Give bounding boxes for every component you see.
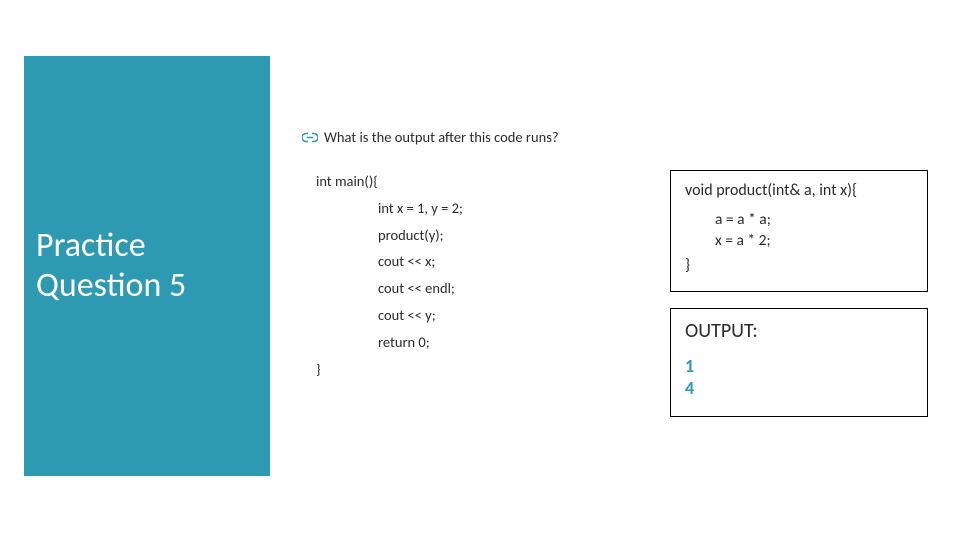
slide-title: Practice Question 5 [36, 226, 258, 306]
output-box: OUTPUT: 1 4 [670, 308, 928, 417]
right-pane: void product(int& a, int x){ a = a * a; … [670, 170, 928, 433]
code-line: } [316, 356, 642, 383]
code-line: a = a * a; [715, 210, 915, 231]
function-close: } [685, 256, 915, 275]
question-text: What is the output after this code runs? [324, 128, 559, 146]
function-signature: void product(int& a, int x){ [685, 181, 915, 200]
code-line: product(y); [316, 222, 642, 249]
function-definition-box: void product(int& a, int x){ a = a * a; … [670, 170, 928, 292]
question-row: What is the output after this code runs? [302, 128, 642, 146]
bullet-link-icon [302, 132, 318, 143]
function-body: a = a * a; x = a * 2; [685, 210, 915, 252]
title-line-2: Question 5 [36, 265, 186, 306]
title-sidebar: Practice Question 5 [24, 56, 270, 476]
main-content: What is the output after this code runs?… [302, 128, 642, 383]
output-line-1: 1 [685, 355, 915, 378]
main-code-block: int main(){ int x = 1, y = 2; product(y)… [316, 168, 642, 383]
code-line: cout << endl; [316, 275, 642, 302]
code-line: return 0; [316, 329, 642, 356]
code-line: cout << y; [316, 302, 642, 329]
output-label: OUTPUT: [685, 319, 915, 343]
code-line: int main(){ [316, 168, 642, 195]
code-line: x = a * 2; [715, 231, 915, 252]
code-line: int x = 1, y = 2; [316, 195, 642, 222]
output-values: 1 4 [685, 355, 915, 400]
output-line-2: 4 [685, 377, 915, 400]
title-line-1: Practice [36, 225, 146, 266]
code-line: cout << x; [316, 248, 642, 275]
